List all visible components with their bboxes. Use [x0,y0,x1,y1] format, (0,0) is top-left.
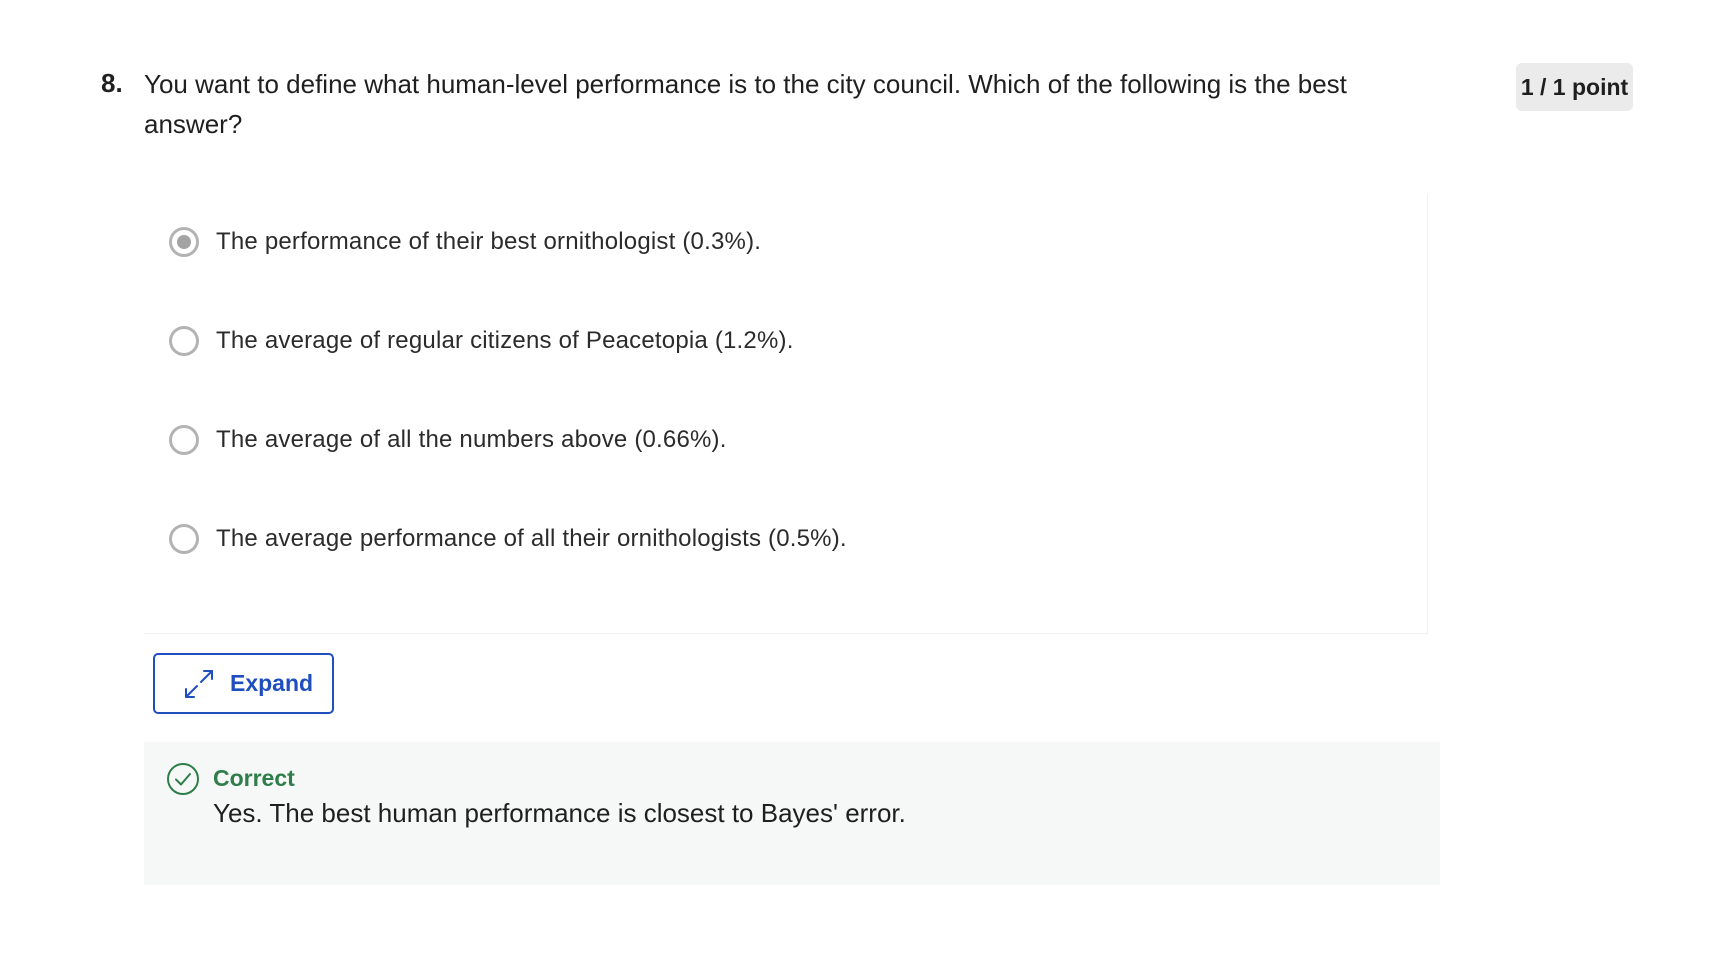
feedback-title: Correct [213,765,295,791]
radio-button-selected[interactable] [169,227,199,257]
expand-button[interactable]: Expand [153,653,334,714]
points-badge: 1 / 1 point [1516,63,1633,111]
expand-label: Expand [230,670,314,696]
question-number: 8. [101,68,123,98]
answer-option-2[interactable]: The average of regular citizens of Peace… [169,321,794,361]
question-text: You want to define what human-level perf… [144,69,1347,139]
answer-option-label: The average performance of all their orn… [216,525,847,552]
feedback-panel: Correct Yes. The best human performance … [144,742,1440,885]
radio-button[interactable] [169,425,199,455]
answer-option-label: The performance of their best ornitholog… [216,228,762,255]
radio-button[interactable] [169,326,199,356]
expand-arrows-icon [185,669,213,698]
answer-option-3[interactable]: The average of all the numbers above (0.… [169,420,727,460]
answer-option-label: The average of regular citizens of Peace… [216,327,794,354]
radio-button[interactable] [169,524,199,554]
answer-option-1[interactable]: The performance of their best ornitholog… [169,222,761,262]
feedback-text: Yes. The best human performance is close… [213,798,906,828]
answer-option-4[interactable]: The average performance of all their orn… [169,519,847,559]
answer-option-label: The average of all the numbers above (0.… [216,426,727,453]
check-circle-icon [167,763,199,795]
answer-options: The performance of their best ornitholog… [144,194,1428,634]
